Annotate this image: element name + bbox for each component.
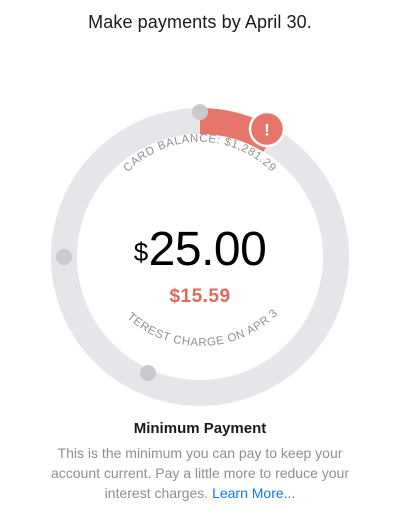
section-title: Minimum Payment: [133, 420, 267, 437]
payment-amount: $25.00: [0, 224, 400, 276]
learn-more-link[interactable]: Learn More...: [212, 485, 295, 501]
dial-start-knob[interactable]: [192, 104, 208, 120]
interest-amount: $15.59: [169, 286, 231, 307]
alert-handle[interactable]: !: [248, 110, 286, 148]
payment-dial[interactable]: ! CARD BALANCE: $1,281.29 INTEREST CHARG…: [0, 0, 400, 406]
dial-bottom-knob[interactable]: [140, 365, 156, 381]
alert-icon: !: [264, 121, 270, 140]
payment-amount-value: 25.00: [148, 223, 267, 276]
description-text: This is the minimum you can pay to keep …: [50, 445, 350, 501]
currency-symbol: $: [133, 237, 148, 267]
payment-dial-graphic[interactable]: ! CARD BALANCE: $1,281.29 INTEREST CHARG…: [0, 0, 400, 406]
section-description: This is the minimum you can pay to keep …: [40, 443, 360, 503]
